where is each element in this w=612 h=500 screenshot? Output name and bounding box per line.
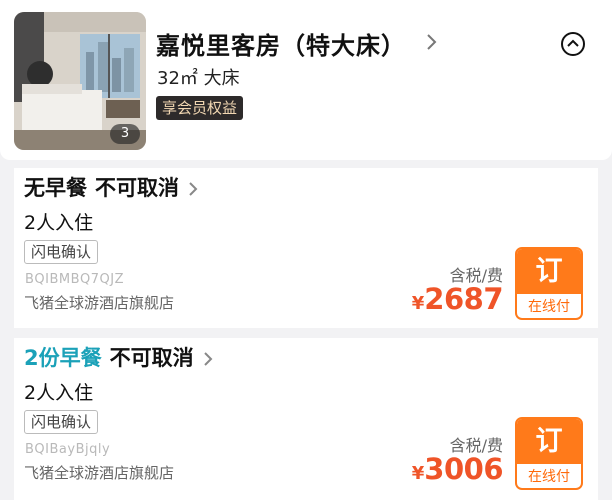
room-title[interactable]: 嘉悦里客房（特大床） (156, 26, 406, 61)
pay-online-label: 在线付 (528, 469, 570, 485)
cancel-policy: 不可取消 (109, 346, 194, 370)
price: ¥2687 (411, 282, 504, 316)
currency-symbol: ¥ (411, 293, 425, 314)
occupancy: 2人入住 (24, 212, 94, 234)
price: ¥3006 (411, 452, 504, 486)
price-amount: 3006 (424, 452, 503, 486)
breakfast-label: 无早餐 (24, 176, 87, 200)
chevron-up-circle-icon[interactable] (560, 31, 586, 57)
occupancy: 2人入住 (24, 382, 94, 404)
book-button[interactable]: 订 在线付 (515, 417, 583, 490)
chevron-right-icon[interactable] (202, 351, 214, 367)
rate-plan-card[interactable]: 2份早餐 不可取消 2人入住 闪电确认 BQIBayBjqly 飞猪全球游酒店旗舰… (14, 338, 598, 500)
chevron-right-icon[interactable] (187, 181, 199, 197)
plan-code: BQIBayBjqly (25, 442, 111, 457)
price-amount: 2687 (424, 282, 503, 316)
plan-code: BQIBMBQ7QJZ (25, 272, 125, 287)
room-size-bed: 32㎡ 大床 (157, 68, 240, 89)
rate-plan-card[interactable]: 无早餐 不可取消 2人入住 闪电确认 BQIBMBQ7QJZ 飞猪全球游酒店旗舰店… (14, 168, 598, 328)
book-label: 订 (517, 249, 581, 294)
breakfast-label: 2份早餐 (24, 346, 102, 370)
shop-name: 飞猪全球游酒店旗舰店 (24, 294, 175, 312)
photo-count-badge: 3 (110, 124, 140, 144)
instant-confirm-tag: 闪电确认 (24, 240, 99, 264)
pay-online-label: 在线付 (528, 299, 570, 315)
member-benefits-badge: 享会员权益 (156, 96, 244, 120)
plan-title[interactable]: 2份早餐 不可取消 (24, 342, 214, 372)
book-label: 订 (517, 419, 581, 464)
cancel-policy: 不可取消 (95, 176, 179, 200)
instant-confirm-tag: 闪电确认 (24, 410, 99, 434)
room-header: 3 嘉悦里客房（特大床） 32㎡ 大床 享会员权益 (0, 0, 612, 160)
shop-name: 飞猪全球游酒店旗舰店 (24, 464, 175, 482)
chevron-right-icon[interactable] (424, 32, 440, 52)
room-photo[interactable]: 3 (14, 12, 146, 150)
plan-title[interactable]: 无早餐 不可取消 (24, 172, 199, 202)
currency-symbol: ¥ (411, 463, 425, 484)
book-button[interactable]: 订 在线付 (515, 247, 583, 320)
